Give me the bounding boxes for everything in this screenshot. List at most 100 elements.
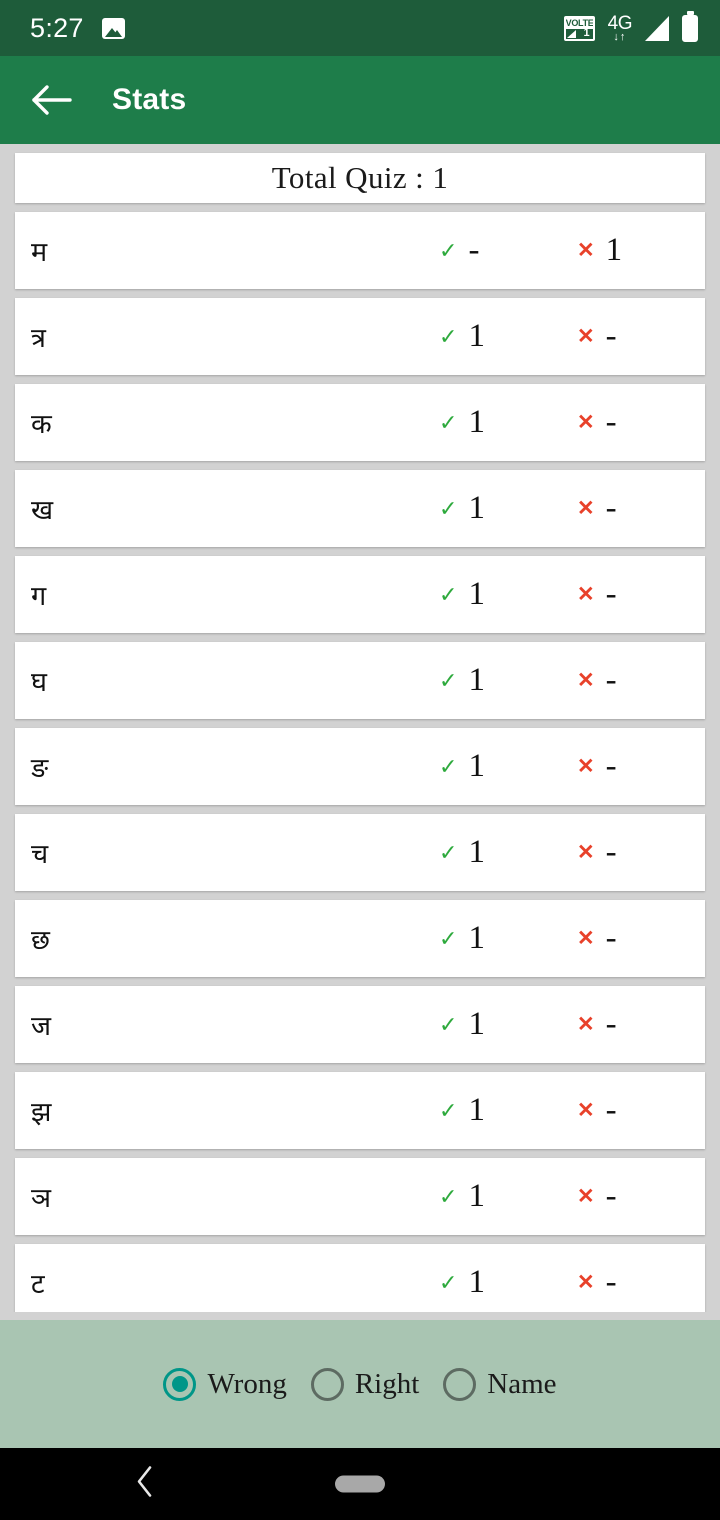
check-icon: ✓ (439, 1183, 458, 1209)
cross-icon: ✕ (577, 411, 595, 434)
table-row[interactable]: त्र ✓ 1 ✕ - (15, 298, 705, 375)
right-count-group: ✓ 1 (439, 1094, 485, 1127)
cross-icon: ✕ (577, 1185, 595, 1208)
right-count-value: 1 (468, 748, 485, 784)
stats-rows-container: म ✓ - ✕ 1 त्र ✓ 1 ✕ - क ✓ 1 ✕ - ख ✓ 1 ✕ - ग ✓ 1 ✕ - घ ✓ 1 ✕ - ङ ✓ 1 ✕ - च ✓ 1… (0, 212, 720, 1312)
cross-icon: ✕ (577, 239, 595, 262)
wrong-count-group: ✕ 1 (577, 234, 622, 267)
table-row[interactable]: घ ✓ 1 ✕ - (15, 642, 705, 719)
check-icon: ✓ (439, 1011, 458, 1037)
right-count-group: ✓ 1 (439, 492, 485, 525)
wrong-count-group: ✕ - (577, 578, 617, 611)
wrong-count-value: - (605, 1264, 617, 1300)
radio-dot-icon (452, 1376, 468, 1392)
right-count-value: 1 (468, 576, 485, 612)
table-row[interactable]: च ✓ 1 ✕ - (15, 814, 705, 891)
cellular-signal-icon (645, 15, 669, 41)
radio-option-label: Wrong (207, 1367, 287, 1400)
radio-option-wrong[interactable]: Wrong (163, 1367, 287, 1401)
table-row[interactable]: म ✓ - ✕ 1 (15, 212, 705, 289)
radio-button-icon[interactable] (310, 1367, 344, 1401)
row-letter: ग (31, 581, 47, 611)
wrong-count-group: ✕ - (577, 922, 617, 955)
radio-option-label: Name (487, 1367, 557, 1400)
right-count-value: - (468, 232, 480, 268)
data-transfer-arrows-icon: ↓↑ (613, 30, 627, 43)
stats-list-scroll-area[interactable]: Total Quiz : 1 म ✓ - ✕ 1 त्र ✓ 1 ✕ - क ✓ 1 ✕ - ख ✓ 1 ✕ - ग ✓ 1… (0, 144, 720, 1312)
table-row[interactable]: ट ✓ 1 ✕ - (15, 1244, 705, 1312)
check-icon: ✓ (439, 925, 458, 951)
cross-icon: ✕ (577, 755, 595, 778)
cross-icon: ✕ (577, 497, 595, 520)
check-icon: ✓ (439, 323, 458, 349)
app-screen: 5:27 VOLTE 1 4G ↓↑ Stats Total Quiz: 1 … (0, 0, 720, 1520)
status-bar-clock: 5:27 (30, 12, 84, 43)
wrong-count-group: ✕ - (577, 1266, 617, 1299)
row-letter: ङ (31, 753, 49, 783)
wrong-count-value: - (605, 920, 617, 956)
radio-dot-icon (319, 1376, 335, 1392)
wrong-count-group: ✕ - (577, 664, 617, 697)
check-icon: ✓ (439, 1097, 458, 1123)
row-letter: ञ (31, 1183, 52, 1213)
right-count-value: 1 (468, 1092, 485, 1128)
check-icon: ✓ (439, 667, 458, 693)
cross-icon: ✕ (577, 927, 595, 950)
wrong-count-value: 1 (605, 232, 623, 268)
row-letter: झ (31, 1097, 52, 1127)
check-icon: ✓ (439, 581, 458, 607)
table-row[interactable]: क ✓ 1 ✕ - (15, 384, 705, 461)
photo-notification-icon (101, 17, 125, 39)
table-row[interactable]: ञ ✓ 1 ✕ - (15, 1158, 705, 1235)
network-type-indicator: 4G ↓↑ (607, 12, 633, 43)
radio-option-name[interactable]: Name (443, 1367, 557, 1401)
home-pill-icon[interactable] (335, 1475, 385, 1493)
battery-icon (682, 10, 698, 42)
right-count-group: ✓ - (439, 234, 479, 267)
row-letter: ट (31, 1269, 45, 1299)
cross-icon: ✕ (577, 1013, 595, 1036)
back-arrow-icon[interactable] (30, 84, 72, 116)
table-row[interactable]: ज ✓ 1 ✕ - (15, 986, 705, 1063)
right-count-group: ✓ 1 (439, 1180, 485, 1213)
wrong-count-group: ✕ - (577, 1008, 617, 1041)
radio-option-right[interactable]: Right (310, 1367, 419, 1401)
right-count-group: ✓ 1 (439, 320, 485, 353)
right-count-value: 1 (468, 318, 485, 354)
right-count-group: ✓ 1 (439, 664, 485, 697)
nav-back-icon[interactable] (134, 1465, 156, 1504)
network-type-label: 4G (607, 12, 633, 34)
total-quiz-label: Total Quiz : 1 (271, 160, 449, 195)
check-icon: ✓ (439, 409, 458, 435)
table-row[interactable]: ङ ✓ 1 ✕ - (15, 728, 705, 805)
row-letter: घ (31, 667, 47, 697)
wrong-count-value: - (605, 662, 617, 698)
row-letter: म (31, 237, 48, 267)
cross-icon: ✕ (577, 841, 595, 864)
wrong-count-value: - (605, 748, 617, 784)
right-count-value: 1 (468, 404, 485, 440)
row-letter: छ (31, 925, 50, 955)
table-row[interactable]: ख ✓ 1 ✕ - (15, 470, 705, 547)
status-bar-right: VOLTE 1 4G ↓↑ (563, 10, 698, 43)
radio-button-icon[interactable] (163, 1367, 197, 1401)
wrong-count-group: ✕ - (577, 406, 617, 439)
check-icon: ✓ (439, 1269, 458, 1295)
wrong-count-group: ✕ - (577, 1094, 617, 1127)
system-navigation-bar (0, 1448, 720, 1520)
table-row[interactable]: झ ✓ 1 ✕ - (15, 1072, 705, 1149)
cross-icon: ✕ (577, 583, 595, 606)
table-row[interactable]: छ ✓ 1 ✕ - (15, 900, 705, 977)
row-letter: ज (31, 1011, 52, 1041)
status-bar: 5:27 VOLTE 1 4G ↓↑ (0, 0, 720, 56)
wrong-count-value: - (605, 834, 617, 870)
cross-icon: ✕ (577, 325, 595, 348)
table-row[interactable]: ग ✓ 1 ✕ - (15, 556, 705, 633)
right-count-value: 1 (468, 1006, 485, 1042)
radio-button-icon[interactable] (443, 1367, 477, 1401)
total-quiz-card: Total Quiz : 1 (15, 153, 705, 203)
wrong-count-value: - (605, 1178, 617, 1214)
wrong-count-value: - (605, 404, 617, 440)
right-count-group: ✓ 1 (439, 578, 485, 611)
volte-icon: VOLTE 1 (563, 15, 595, 41)
